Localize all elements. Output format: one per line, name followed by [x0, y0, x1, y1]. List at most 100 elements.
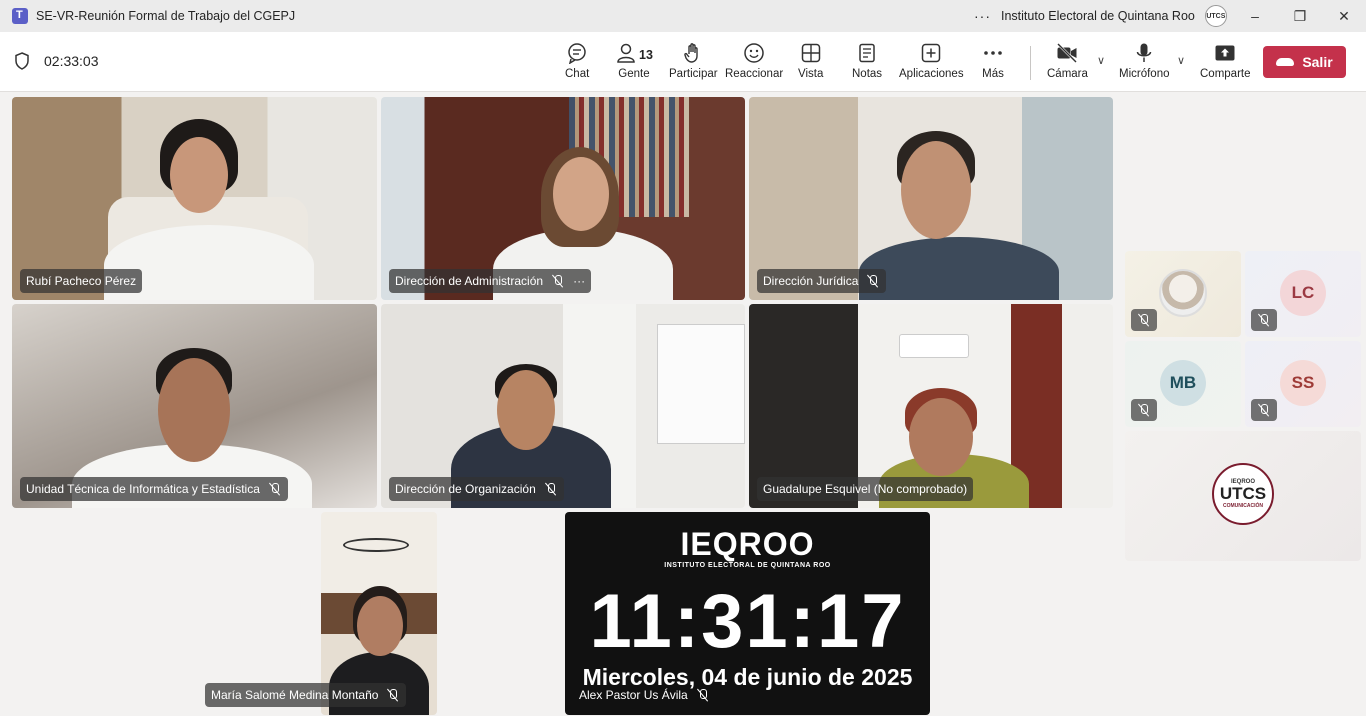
more-options-icon[interactable]: ··· — [974, 8, 991, 24]
mic-muted-icon — [1137, 313, 1151, 327]
notes-label: Notas — [852, 68, 883, 80]
apps-label: Aplicaciones — [899, 68, 964, 80]
camera-options-chevron-icon[interactable]: ∨ — [1097, 54, 1105, 67]
leave-button[interactable]: Salir — [1263, 46, 1346, 78]
teams-logo-icon — [12, 8, 28, 24]
participant-name: Guadalupe Esquivel (No comprobado) — [763, 482, 968, 496]
view-label: Vista — [798, 68, 824, 80]
clock-time: 11:31:17 — [589, 579, 906, 664]
meeting-toolbar: 02:33:03 Chat 13 Gente Participar Reacci… — [0, 32, 1366, 92]
air-conditioner — [899, 334, 969, 358]
camera-off-icon — [1057, 43, 1078, 63]
maximize-button[interactable]: ❐ — [1277, 0, 1323, 32]
chat-label: Chat — [565, 68, 590, 80]
mic-muted-icon — [544, 482, 558, 496]
minimize-button[interactable]: – — [1232, 0, 1278, 32]
participant-avatar-initials: MB — [1160, 360, 1206, 406]
person-face — [901, 141, 971, 239]
video-tile[interactable]: Guadalupe Esquivel (No comprobado) — [749, 304, 1113, 508]
participant-small-tile[interactable]: IEQROO UTCS COMUNICACIÓN — [1125, 431, 1361, 561]
video-tile[interactable]: Dirección de Administración ··· — [381, 97, 745, 300]
participant-name: Rubí Pacheco Pérez — [26, 274, 137, 288]
more-label: Más — [982, 68, 1004, 80]
mic-muted-icon — [551, 274, 565, 288]
microphone-button[interactable]: Micrófono — [1119, 42, 1170, 80]
chat-button[interactable]: Chat — [565, 42, 589, 80]
mic-muted-badge — [1131, 309, 1157, 331]
share-button[interactable]: Comparte — [1200, 42, 1251, 80]
person-face — [170, 137, 228, 213]
participant-name: María Salomé Medina Montaño — [211, 688, 379, 702]
participant-name: Dirección Jurídica — [763, 274, 859, 288]
participant-avatar-photo — [1159, 269, 1207, 317]
grid-view-icon — [801, 43, 820, 63]
person-face — [357, 596, 403, 656]
utcs-logo: IEQROO UTCS COMUNICACIÓN — [1212, 463, 1274, 525]
person-face — [909, 398, 973, 476]
camera-label: Cámara — [1047, 68, 1088, 80]
notes-icon — [859, 43, 875, 63]
ieqroo-logo-subtitle: INSTITUTO ELECTORAL DE QUINTANA ROO — [664, 562, 831, 569]
apps-button[interactable]: Aplicaciones — [899, 42, 964, 80]
participant-small-tile[interactable]: MB — [1125, 341, 1241, 427]
people-icon — [617, 43, 635, 63]
raise-hand-icon — [684, 43, 698, 63]
participant-avatar-initials: SS — [1280, 360, 1326, 406]
timer-text: 02:33:03 — [44, 53, 99, 69]
ieqroo-logo: IEQROO — [680, 526, 815, 562]
share-screen-icon — [1215, 45, 1235, 61]
mic-muted-icon — [696, 688, 710, 702]
more-button[interactable]: Más — [982, 42, 1004, 80]
smiley-icon — [744, 43, 764, 63]
participant-small-tile[interactable]: SS — [1245, 341, 1361, 427]
video-tile[interactable]: Dirección Jurídica — [749, 97, 1113, 300]
participant-name-tag: María Salomé Medina Montaño — [205, 683, 407, 707]
participant-name: Alex Pastor Us Ávila — [579, 688, 688, 702]
shield-icon — [15, 52, 29, 70]
participant-name-tag: Dirección Jurídica — [757, 269, 887, 293]
video-tile[interactable]: Unidad Técnica de Informática y Estadíst… — [12, 304, 377, 508]
mic-muted-icon — [268, 482, 282, 496]
participant-name-tag: Guadalupe Esquivel (No comprobado) — [757, 477, 974, 501]
org-area: ··· Instituto Electoral de Quintana Roo … — [974, 0, 1227, 32]
participant-small-tile[interactable] — [1125, 251, 1241, 337]
people-count: 13 — [639, 48, 653, 62]
participant-small-tile[interactable]: LC — [1245, 251, 1361, 337]
ceiling-fan — [343, 538, 409, 552]
camera-button[interactable]: Cámara — [1047, 42, 1088, 80]
view-button[interactable]: Vista — [798, 42, 823, 80]
person-body — [859, 237, 1059, 300]
people-button[interactable]: 13 Gente — [615, 42, 653, 80]
utcs-logo-main: UTCS — [1219, 484, 1267, 503]
mic-muted-icon — [866, 274, 880, 288]
notes-button[interactable]: Notas — [852, 42, 882, 80]
mic-muted-icon — [386, 688, 400, 702]
video-tile[interactable]: Dirección de Organización — [381, 304, 745, 508]
participant-name-tag: Rubí Pacheco Pérez — [20, 269, 143, 293]
toolbar-divider — [1030, 46, 1031, 80]
hang-up-icon — [1276, 58, 1295, 66]
org-badge[interactable]: UTCS — [1204, 5, 1227, 27]
participant-name-tag: Alex Pastor Us Ávila — [573, 683, 716, 707]
close-button[interactable]: ✕ — [1321, 0, 1366, 32]
more-options-icon[interactable]: ··· — [573, 274, 585, 288]
react-label: Reaccionar — [725, 68, 784, 80]
whiteboard — [657, 324, 745, 444]
mic-options-chevron-icon[interactable]: ∨ — [1177, 54, 1185, 67]
mic-muted-icon — [1137, 403, 1151, 417]
participant-name: Dirección de Organización — [395, 482, 536, 496]
add-app-icon — [922, 43, 941, 63]
title-bar: SE-VR-Reunión Formal de Trabajo del CGEP… — [0, 0, 1366, 32]
meeting-timer: 02:33:03 — [14, 52, 99, 70]
mic-muted-icon — [1257, 313, 1271, 327]
raise-hand-label: Participar — [669, 68, 718, 80]
raise-hand-button[interactable]: Participar — [669, 42, 718, 80]
clock-video-tile[interactable]: IEQROO INSTITUTO ELECTORAL DE QUINTANA R… — [565, 512, 930, 715]
video-tile[interactable]: Rubí Pacheco Pérez — [12, 97, 377, 300]
mic-muted-badge — [1251, 309, 1277, 331]
people-label: Gente — [618, 68, 650, 80]
microphone-icon — [1137, 43, 1152, 62]
participant-name: Dirección de Administración — [395, 274, 544, 288]
react-button[interactable]: Reaccionar — [725, 42, 783, 80]
participant-name-tag: Dirección de Administración ··· — [389, 269, 592, 293]
